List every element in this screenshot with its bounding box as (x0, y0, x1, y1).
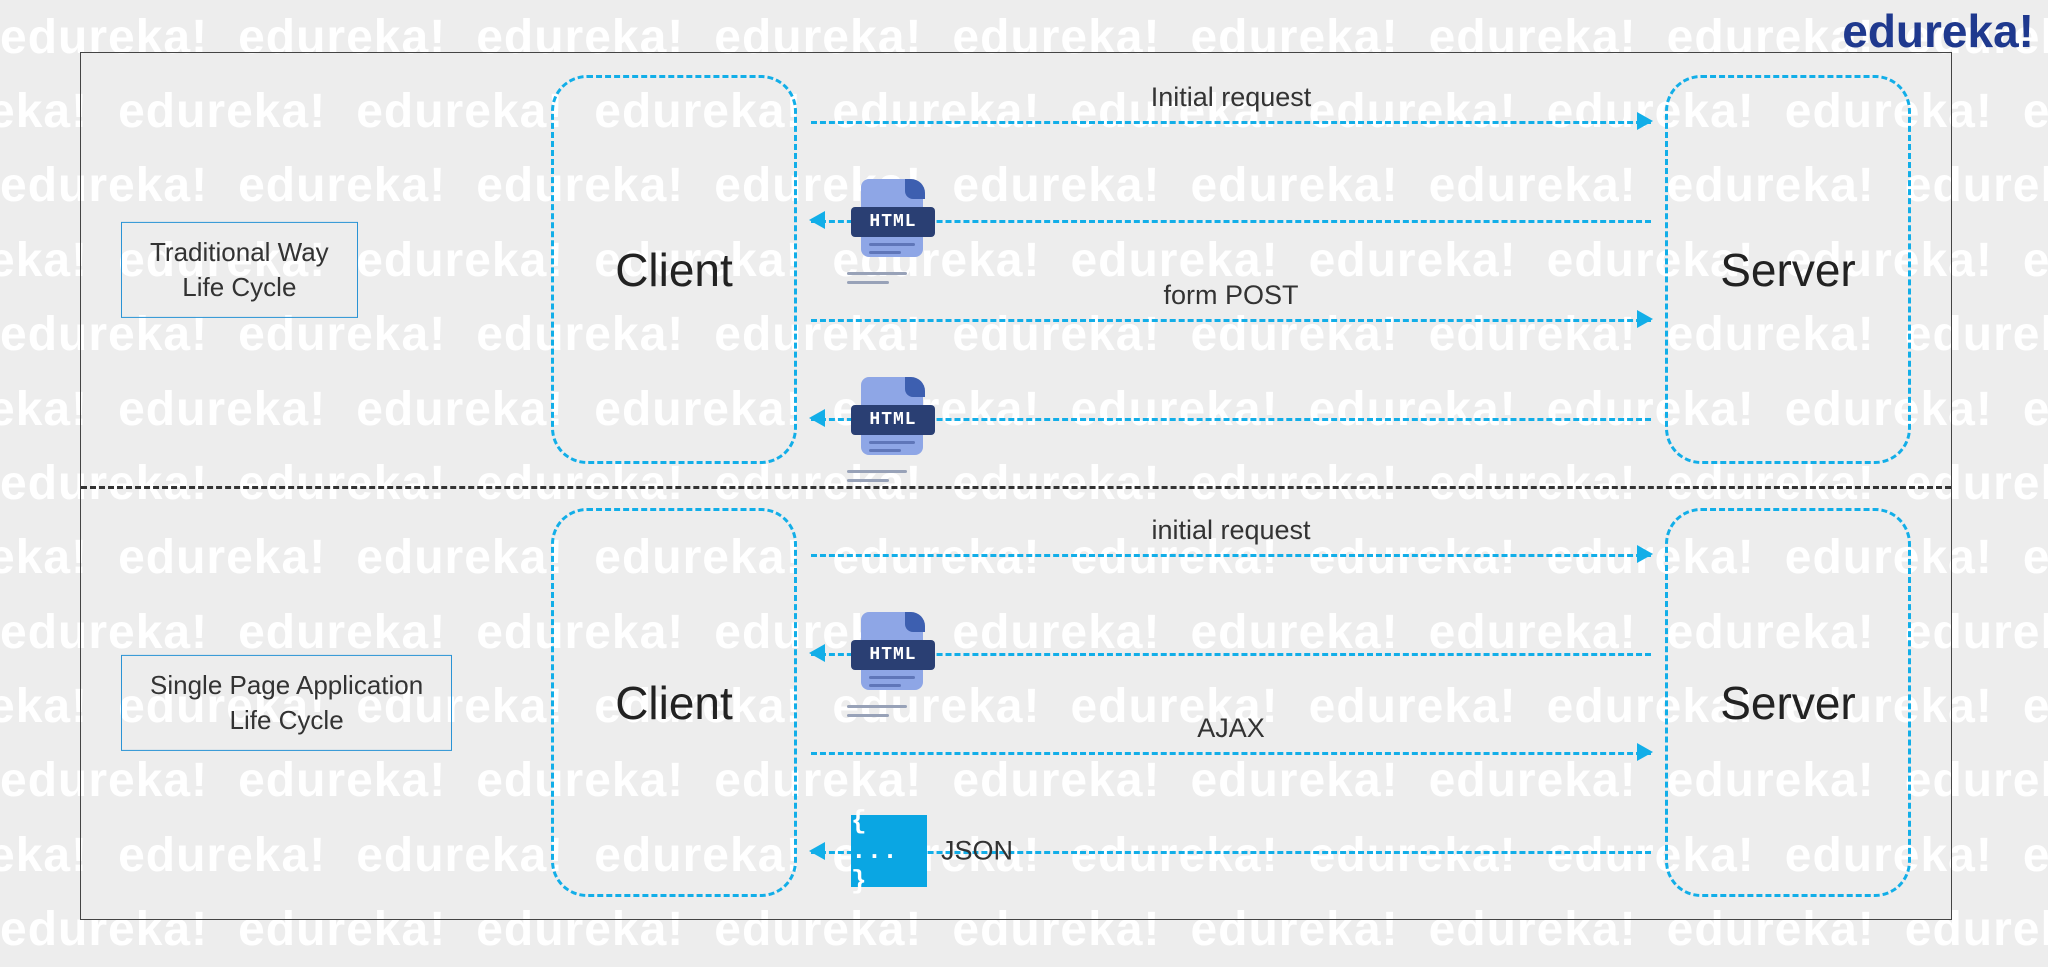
panel-spa: Single Page Application Life Cycle Clien… (81, 486, 1951, 919)
brand-logo: edureka! (1842, 4, 2034, 58)
title-line: Single Page Application (150, 667, 423, 702)
flow-label: Initial request (811, 82, 1651, 113)
flow-html-response: HTML (811, 190, 1651, 250)
flow-initial-request: initial request (811, 524, 1651, 584)
html-file-icon: HTML (851, 185, 935, 255)
flow-html-response-2: HTML (811, 388, 1651, 448)
json-label: JSON (941, 836, 1013, 867)
title-line: Traditional Way (150, 234, 329, 269)
flow-form-post: form POST (811, 289, 1651, 349)
title-traditional: Traditional Way Life Cycle (121, 221, 358, 317)
shadow-lines (847, 470, 907, 482)
flow-json-response: { ... } JSON (811, 821, 1651, 881)
client-node: Client (551, 75, 797, 464)
flows-spa: initial request HTML AJAX { ... } JSON (811, 504, 1651, 901)
title-spa: Single Page Application Life Cycle (121, 654, 452, 750)
html-file-icon: HTML (851, 383, 935, 453)
html-file-icon: HTML (851, 618, 935, 688)
server-node: Server (1665, 75, 1911, 464)
client-label: Client (615, 243, 733, 297)
flow-label: AJAX (811, 713, 1651, 744)
server-label: Server (1720, 676, 1855, 730)
flow-initial-request: Initial request (811, 91, 1651, 151)
title-line: Life Cycle (150, 270, 329, 305)
flow-label: initial request (811, 515, 1651, 546)
diagram-stage: Traditional Way Life Cycle Client Server… (80, 52, 1952, 920)
flows-traditional: Initial request HTML form POST HTML (811, 71, 1651, 468)
flow-ajax: AJAX (811, 722, 1651, 782)
panel-traditional: Traditional Way Life Cycle Client Server… (81, 53, 1951, 486)
server-label: Server (1720, 243, 1855, 297)
json-file-icon: { ... } (851, 815, 927, 887)
title-line: Life Cycle (150, 703, 423, 738)
client-node: Client (551, 508, 797, 897)
flow-label: form POST (811, 280, 1651, 311)
flow-html-response: HTML (811, 623, 1651, 683)
server-node: Server (1665, 508, 1911, 897)
client-label: Client (615, 676, 733, 730)
